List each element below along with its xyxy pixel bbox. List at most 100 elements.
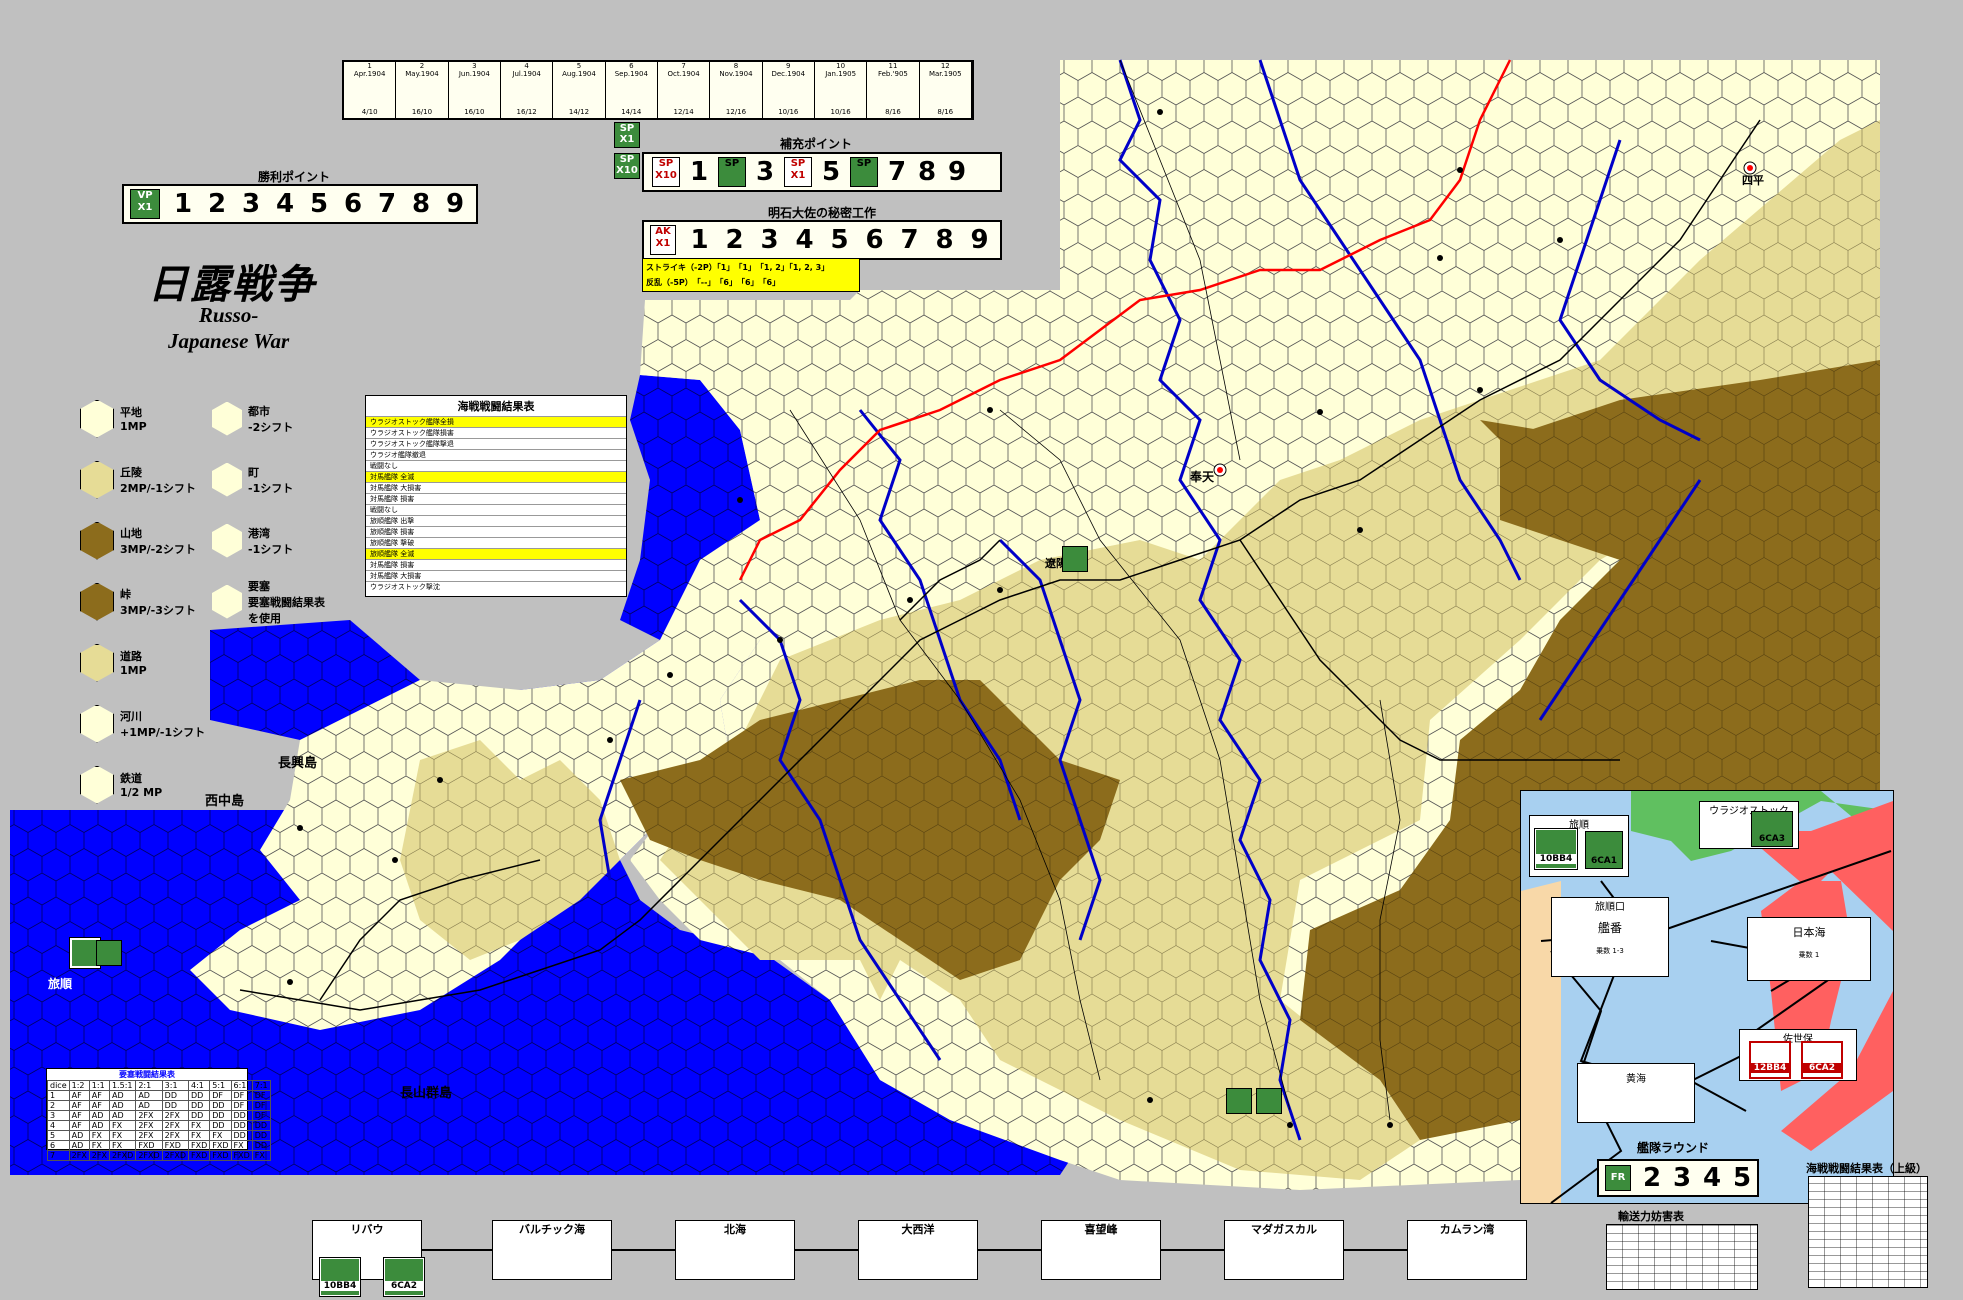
route-box[interactable]: マダガスカル [1224,1220,1344,1280]
turn-cell[interactable]: 9 Dec.1904 10/16 [763,62,815,118]
track-box[interactable]: 9 [438,189,472,219]
inset-yellow-sea-box[interactable]: 黄海 [1577,1063,1695,1123]
naval-table-row: 旅順艦隊 撃破 [366,537,626,548]
sp-marker[interactable]: SP [850,157,878,187]
fortress-cell: DD [209,1120,232,1131]
sp-stack-x10[interactable]: SP X10 [614,153,640,179]
track-box[interactable]: 1 [166,189,200,219]
naval-upper-table [1808,1176,1928,1288]
track-box[interactable]: 3 [750,157,780,187]
legend-item: 峠 3MP/-3シフト [80,571,220,632]
japanese-unit-2[interactable] [1256,1088,1282,1114]
vp-marker-mult: X1 [137,202,153,213]
fortress-cell: DF [251,1090,271,1101]
inset-unit-5[interactable]: 6CA2 [1801,1041,1843,1079]
fortress-cell: 4 [47,1120,70,1131]
turn-footer: 10/16 [778,108,799,116]
fortress-cell: FXD [187,1150,211,1161]
track-box[interactable]: 3 [1667,1163,1697,1193]
turn-cell[interactable]: 8 Nov.1904 12/16 [710,62,763,118]
inset-blockade-box[interactable]: 旅順口 艦番 乗数 1-3 [1551,897,1669,977]
sp-marker-mult: X10 [655,170,677,181]
akashi-marker[interactable]: AK X1 [650,225,676,255]
baltic-unit-2[interactable]: 6CA2 [383,1257,425,1297]
fortress-cell: FX [187,1120,211,1131]
turn-cell[interactable]: 5 Aug.1904 14/12 [553,62,606,118]
inset-unit-2[interactable]: 6CA1 [1585,831,1623,869]
track-box[interactable]: 5 [302,189,336,219]
track-box[interactable]: 7 [892,225,927,255]
track-box[interactable]: 1 [684,157,714,187]
fleet-round-track: FR 2345 [1597,1159,1759,1197]
fortress-cell: 6 [47,1140,70,1151]
legend-text: 丘陵 2MP/-1シフト [120,464,196,496]
sp-marker-label: SP [856,158,872,169]
naval-table-row: ウラジオストック艦隊撃退 [366,438,626,449]
russian-unit[interactable] [1062,546,1088,572]
track-box[interactable]: 7 [882,157,912,187]
fortress-cell: 5 [47,1130,70,1141]
track-box[interactable]: 9 [942,157,972,187]
fleet-round-marker[interactable]: FR [1605,1165,1631,1191]
turn-cell[interactable]: 7 Oct.1904 12/14 [658,62,711,118]
fortress-row: 3 AF AD AD 2FX 2FX DD DD DD DF [47,1110,271,1121]
route-box[interactable]: 大西洋 [858,1220,978,1280]
track-box[interactable]: 1 [682,225,717,255]
sp-stack-x1[interactable]: SP X1 [614,122,640,148]
inset-unit-1[interactable]: 10BB4 [1534,828,1578,870]
track-box[interactable]: 6 [336,189,370,219]
track-box[interactable]: 8 [912,157,942,187]
fortress-row: 5 AD FX FX 2FX 2FX FX FX DD DD [47,1130,271,1141]
legend-text: 平地 1MP [120,404,147,433]
route-box[interactable]: 北海 [675,1220,795,1280]
turn-cell[interactable]: 12 Mar.1905 8/16 [920,62,972,118]
turn-cell[interactable]: 3 Jun.1904 16/10 [449,62,501,118]
vp-marker[interactable]: VP X1 [130,189,160,219]
track-box[interactable]: 3 [752,225,787,255]
turn-cell[interactable]: 4 Jul.1904 16/12 [501,62,554,118]
track-box[interactable]: 2 [717,225,752,255]
sp-marker[interactable]: SP [718,157,746,187]
fortress-cell: DD [230,1120,253,1131]
track-box[interactable]: 2 [200,189,234,219]
track-box[interactable]: 5 [816,157,846,187]
turn-cell[interactable]: 11 Feb.'905 8/16 [867,62,920,118]
turn-cell[interactable]: 6 Sep.1904 14/14 [606,62,658,118]
turn-cell[interactable]: 2 May.1904 16/10 [396,62,449,118]
route-box[interactable]: バルチック海 [492,1220,612,1280]
turn-cell[interactable]: 10 Jan.1905 10/16 [815,62,868,118]
inset-blockade-sub: 乗数 1-3 [1596,947,1624,955]
track-box[interactable]: 4 [787,225,822,255]
route-box[interactable]: カムラン湾 [1407,1220,1527,1280]
japanese-unit-stack-2[interactable] [96,940,122,966]
legend-label: 道路 [120,650,142,663]
track-box[interactable]: 7 [370,189,404,219]
turn-month: Mar.1905 [928,70,962,78]
turn-footer: 12/16 [725,108,747,116]
naval-table-row: 対馬艦隊 大損害 [366,570,626,581]
track-box[interactable]: 9 [962,225,997,255]
track-box[interactable]: 4 [1697,1163,1727,1193]
inset-unit-4-label: 12BB4 [1751,1063,1789,1073]
sp-marker[interactable]: SP X10 [652,157,680,187]
track-box[interactable]: 3 [234,189,268,219]
track-box[interactable]: 2 [1637,1163,1667,1193]
track-box[interactable]: 5 [822,225,857,255]
track-box[interactable]: 4 [268,189,302,219]
baltic-unit-1[interactable]: 10BB4 [319,1257,361,1297]
inset-japan-sea-box[interactable]: 日本海 乗数 1 [1747,917,1871,981]
legend-sub: 1/2 MP [120,786,163,799]
inset-unit-4[interactable]: 12BB4 [1749,1041,1791,1079]
turn-cell[interactable]: 1 Apr.1904 4/10 [344,62,397,118]
route-box-label: リバウ [350,1223,384,1236]
turn-month: Feb.'905 [877,70,908,78]
track-box[interactable]: 8 [404,189,438,219]
japanese-unit[interactable] [1226,1088,1252,1114]
route-box[interactable]: 喜望峰 [1041,1220,1161,1280]
track-box[interactable]: 5 [1727,1163,1757,1193]
track-box[interactable]: 8 [927,225,962,255]
track-box[interactable]: 6 [857,225,892,255]
inset-unit-3[interactable]: 6CA3 [1751,811,1793,847]
sp-marker[interactable]: SP X1 [784,157,812,187]
naval-table-row: ウラジオ艦隊撤退 [366,449,626,460]
